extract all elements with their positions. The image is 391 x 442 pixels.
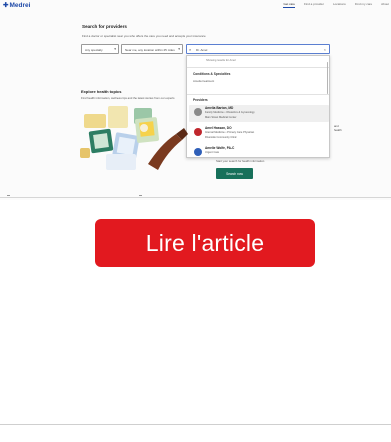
health-topics-illustration xyxy=(80,106,188,170)
provider-suggestion[interactable]: Amelia Barton, MD Family Medicine • Obst… xyxy=(189,105,329,122)
article-screenshot: ✚ Medrei Get care Find a provider Locati… xyxy=(0,0,391,200)
specialty-select-value: Any specialty xyxy=(85,48,103,52)
nav-item-about[interactable]: About xyxy=(381,2,389,8)
suggestion-hint: Showing results for Amel xyxy=(206,59,236,62)
explore-title: Explore health topics xyxy=(81,89,122,94)
specialty-select[interactable]: Any specialty ▾ xyxy=(81,44,119,54)
search-input-value: Dr. Amel xyxy=(196,48,208,52)
divider xyxy=(139,195,142,196)
search-suggestions-dropdown: Showing results for Amel Conditions & Sp… xyxy=(186,55,330,158)
provider-location: Riverside Community Clinic xyxy=(205,135,237,139)
divider xyxy=(0,424,391,425)
explore-subtitle: Find health information, wellness tips a… xyxy=(81,96,175,100)
chevron-down-icon: ▾ xyxy=(178,47,180,51)
logo-text: Medrei xyxy=(9,1,31,9)
divider xyxy=(7,195,10,196)
divider xyxy=(0,197,391,198)
chevron-down-icon: ▾ xyxy=(114,47,116,51)
location-select[interactable]: Near me, any location within 25 miles ▾ xyxy=(121,44,183,54)
provider-specialties: Urgent Care xyxy=(205,151,220,154)
provider-name: Amelia Barton, MD xyxy=(205,106,234,110)
avatar xyxy=(194,128,202,136)
nav-item-get-care[interactable]: Get care xyxy=(283,2,295,8)
read-article-label: Lire l'article xyxy=(145,229,265,256)
side-text-line: health xyxy=(334,128,342,132)
search-now-button[interactable]: Search now xyxy=(216,168,253,179)
avatar xyxy=(194,148,202,156)
provider-suggestion[interactable]: Amelie Wolfe, PA-C Urgent Care xyxy=(189,145,329,157)
provider-name: Amel Hassan, DO xyxy=(205,126,232,130)
main-nav: Get care Find a provider Locations Find … xyxy=(283,2,389,8)
search-icon: ⌕ xyxy=(189,47,192,52)
location-select-value: Near me, any location within 25 miles xyxy=(125,48,175,52)
provider-name: Amelie Wolfe, PA-C xyxy=(205,146,235,150)
search-prompt-text: Start your search for health information xyxy=(216,159,265,163)
avatar xyxy=(194,108,202,116)
search-subtitle: Find a doctor or specialist near you who… xyxy=(82,34,206,38)
nav-item-find-provider[interactable]: Find a provider xyxy=(304,2,324,8)
divider xyxy=(187,94,329,95)
page: ✚ Medrei Get care Find a provider Locati… xyxy=(0,0,391,442)
side-text: and health xyxy=(334,124,342,132)
specialty-suggestion[interactable]: Amelia treatment xyxy=(193,79,214,83)
nav-item-locations[interactable]: Locations xyxy=(333,2,346,8)
close-icon[interactable]: × xyxy=(324,47,326,52)
providers-heading: Providers xyxy=(193,98,208,102)
provider-suggestion[interactable]: Amel Hassan, DO Internal Medicine • Prim… xyxy=(189,125,329,142)
site-logo[interactable]: ✚ Medrei xyxy=(3,1,31,10)
divider xyxy=(187,67,329,68)
nav-item-find-my-care[interactable]: Find my care xyxy=(355,2,372,8)
specialties-heading: Conditions & Specialties xyxy=(193,72,231,76)
logo-mark-icon: ✚ xyxy=(3,2,9,9)
provider-specialties: Family Medicine • Obstetrics & Gynecolog… xyxy=(205,111,255,114)
search-title: Search for providers xyxy=(82,24,127,29)
provider-location: Main Street Medical Center xyxy=(205,115,237,119)
read-article-button[interactable]: Lire l'article xyxy=(95,219,315,267)
top-bar: ✚ Medrei Get care Find a provider Locati… xyxy=(0,0,391,12)
scrollbar[interactable] xyxy=(326,62,328,94)
search-input[interactable]: ⌕ Dr. Amel × xyxy=(186,44,330,54)
provider-specialties: Internal Medicine • Primary Care Physici… xyxy=(205,131,255,134)
